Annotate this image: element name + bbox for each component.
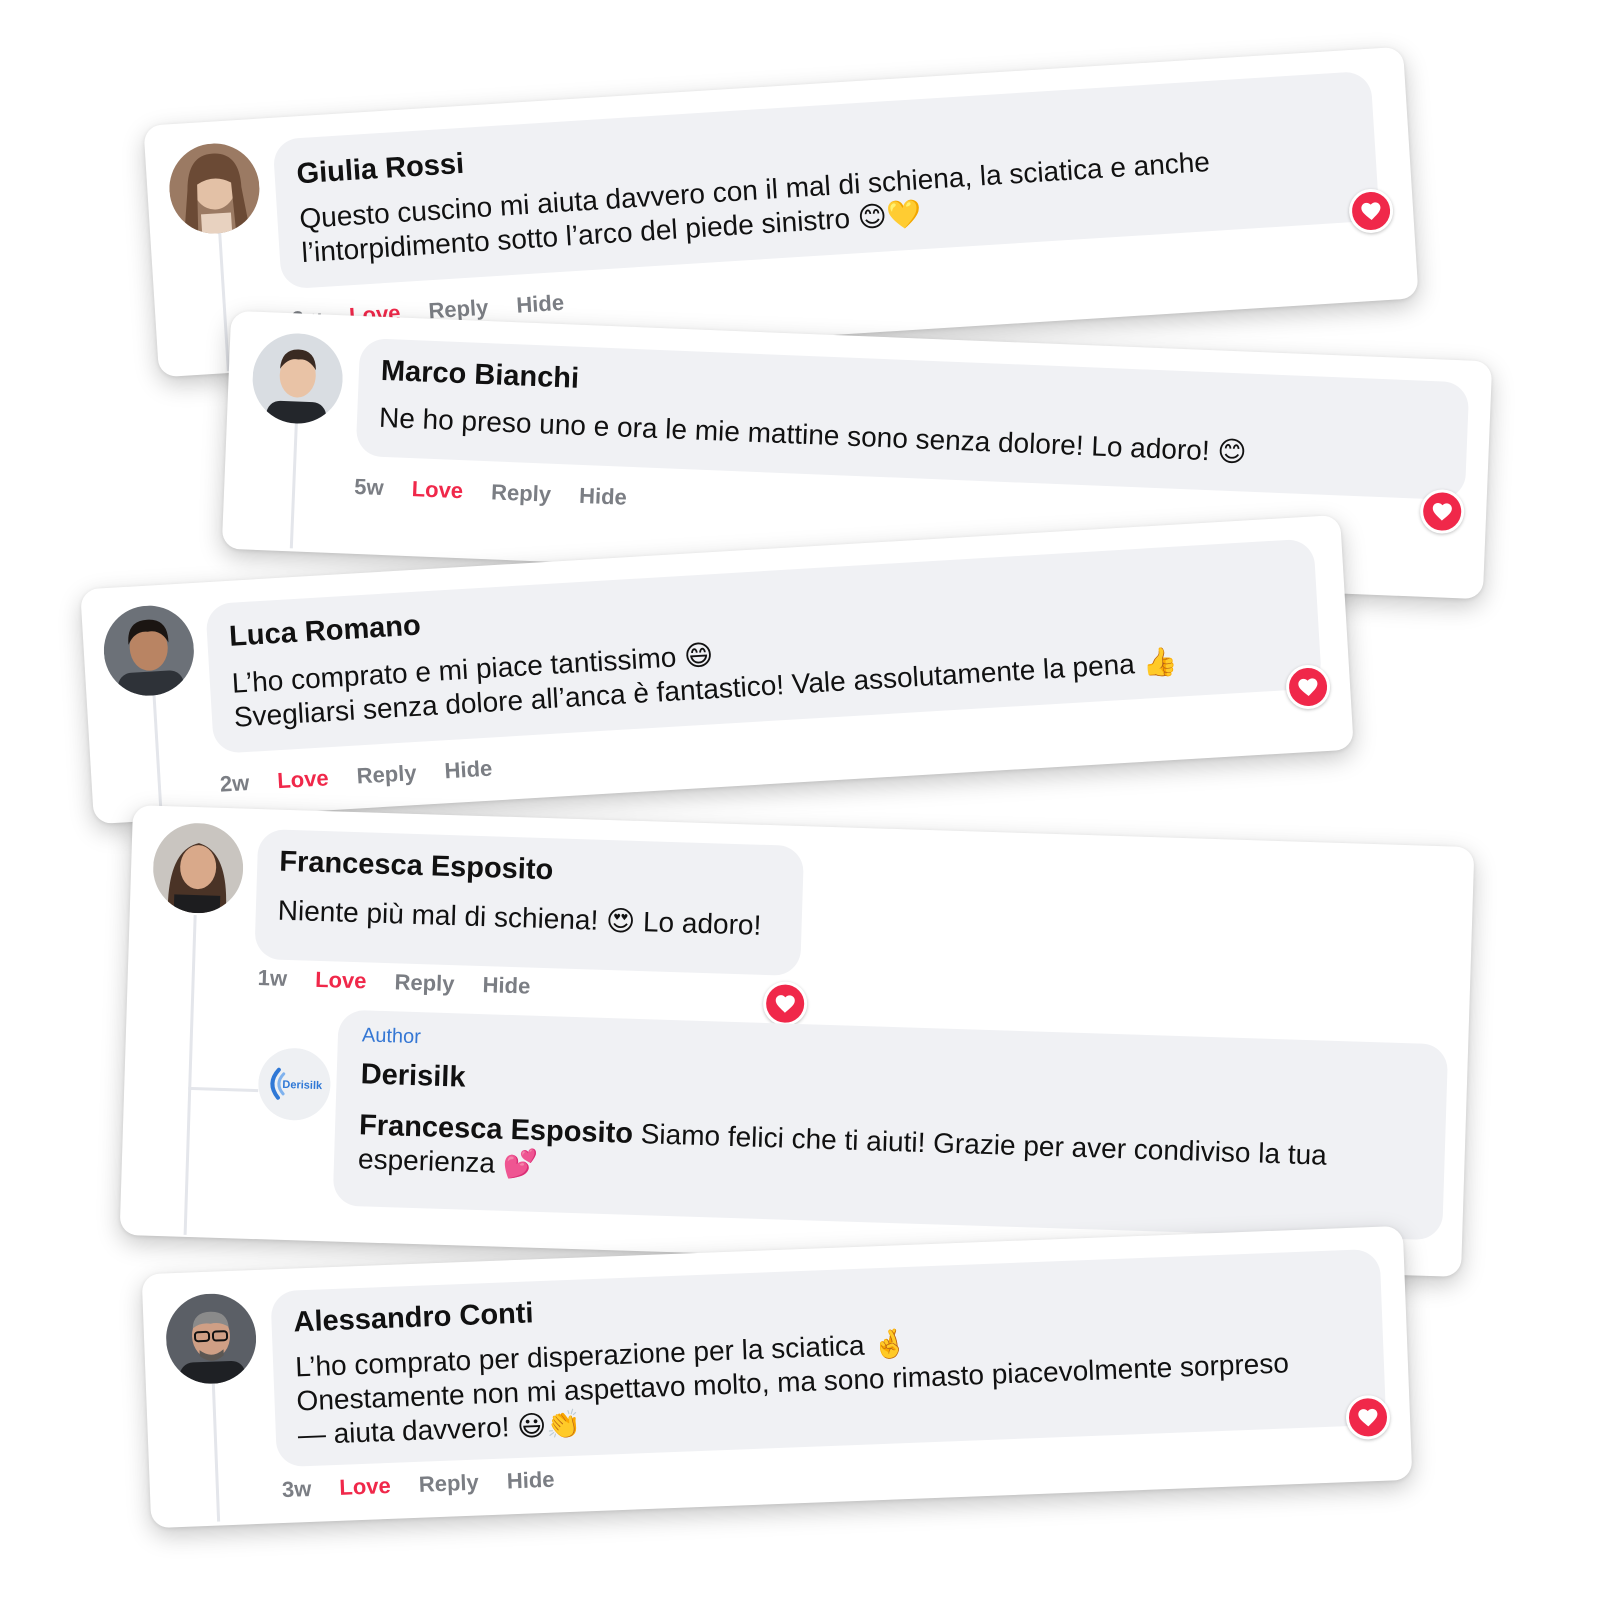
thread-line [289, 423, 298, 549]
hide-button[interactable]: Hide [482, 972, 530, 998]
love-button[interactable]: Love [411, 476, 463, 503]
thread-branch [188, 1086, 259, 1093]
hide-button[interactable]: Hide [579, 483, 628, 510]
love-button[interactable]: Love [277, 765, 330, 793]
love-reaction-badge[interactable] [1284, 663, 1332, 711]
avatar[interactable] [250, 331, 345, 426]
love-reaction-badge[interactable] [1347, 187, 1395, 235]
author-badge: Author [361, 1024, 422, 1049]
heart-icon [1361, 202, 1381, 221]
comment-actions: 2w Love Reply Hide [219, 754, 515, 797]
heart-icon [1432, 502, 1452, 521]
comment-card-alessandro: Alessandro Conti L’ho comprato per dispe… [141, 1225, 1413, 1529]
love-button[interactable]: Love [315, 967, 367, 994]
avatar[interactable] [164, 1292, 258, 1386]
love-button[interactable]: Love [339, 1473, 391, 1500]
logo-wordmark: Derisilk [282, 1079, 323, 1092]
hide-button[interactable]: Hide [506, 1467, 555, 1494]
love-reaction-badge[interactable] [1345, 1394, 1391, 1441]
avatar[interactable] [101, 603, 197, 699]
thread-line [218, 231, 230, 372]
author-name[interactable]: Derisilk [360, 1058, 466, 1094]
love-reaction-badge[interactable] [762, 980, 808, 1027]
heart-icon [775, 995, 795, 1013]
brand-logo-avatar[interactable]: Derisilk [257, 1047, 332, 1122]
thread-line [211, 1379, 221, 1522]
heart-icon [1358, 1408, 1378, 1427]
thread-line [183, 914, 197, 1235]
heart-icon [1298, 678, 1318, 697]
timestamp: 5w [353, 473, 385, 501]
hide-button[interactable]: Hide [444, 756, 493, 784]
avatar[interactable] [166, 140, 263, 237]
reply-line: esperienza 💕 [357, 1143, 539, 1180]
reply-button[interactable]: Reply [418, 1470, 479, 1497]
comment-actions: 3w Love Reply Hide [281, 1466, 576, 1503]
timestamp: 2w [219, 769, 250, 797]
comment-actions: 5w Love Reply Hide [354, 474, 650, 512]
comment-card-francesca: Francesca Esposito Niente più mal di sch… [119, 805, 1475, 1277]
avatar[interactable] [151, 821, 245, 915]
thread-line [152, 693, 163, 819]
love-reaction-badge[interactable] [1419, 488, 1466, 535]
reply-button[interactable]: Reply [356, 760, 417, 789]
timestamp: 3w [281, 1475, 312, 1503]
comment-actions: 1w Love Reply Hide [257, 965, 552, 1000]
hide-button[interactable]: Hide [516, 290, 565, 318]
timestamp: 1w [257, 965, 288, 991]
reply-button[interactable]: Reply [394, 969, 455, 996]
reply-button[interactable]: Reply [491, 479, 552, 506]
comment-card-luca: Luca Romano L’ho comprato e mi piace tan… [80, 514, 1354, 825]
